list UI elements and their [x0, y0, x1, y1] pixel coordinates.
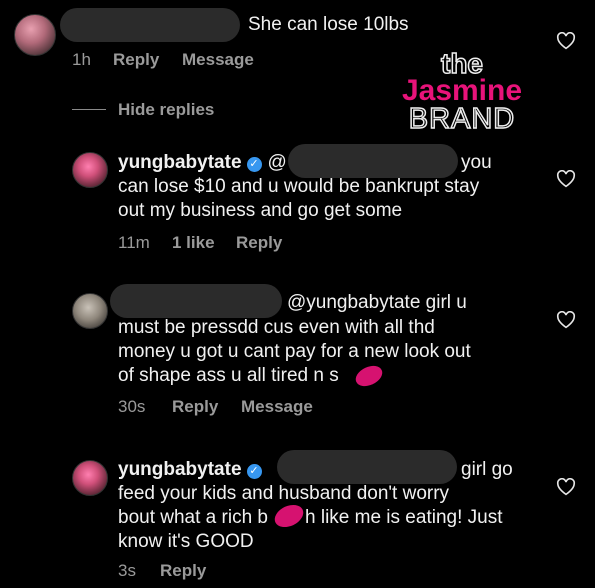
reply-button[interactable]: Reply — [172, 397, 218, 417]
avatar[interactable] — [14, 14, 56, 56]
redacted-mention — [288, 144, 458, 178]
avatar[interactable] — [72, 460, 108, 496]
reply-text-line: bout what a rich b — [118, 507, 268, 528]
reply-username[interactable]: yungbabytate ✓ — [118, 458, 268, 481]
censor-smudge — [352, 361, 386, 391]
message-button[interactable]: Message — [241, 397, 313, 417]
like-heart-icon[interactable] — [556, 170, 576, 188]
reply-button[interactable]: Reply — [113, 50, 159, 70]
reply-button[interactable]: Reply — [160, 561, 206, 581]
avatar[interactable] — [72, 293, 108, 329]
reply-username[interactable]: yungbabytate ✓ @ — [118, 151, 287, 174]
message-button[interactable]: Message — [182, 50, 254, 70]
reply-text-line: know it's GOOD — [118, 531, 254, 552]
reply-text-line: of shape ass u all tired n s — [118, 365, 339, 386]
reply-text-line: h like me is eating! Just — [305, 507, 503, 528]
avatar[interactable] — [72, 152, 108, 188]
replies-divider — [72, 109, 106, 110]
reply-text-line: out my business and go get some — [118, 200, 403, 221]
watermark-logo: the Jasmine BRAND — [401, 48, 523, 135]
like-heart-icon[interactable] — [556, 311, 576, 329]
redacted-mention — [277, 450, 457, 484]
redacted-username — [60, 8, 240, 42]
reply-time: 3s — [118, 561, 136, 580]
censor-smudge — [271, 500, 307, 532]
hide-replies-button[interactable]: Hide replies — [118, 100, 214, 120]
reply-button[interactable]: Reply — [236, 233, 282, 253]
verified-badge-icon: ✓ — [246, 157, 262, 172]
reply-time: 30s — [118, 397, 146, 416]
reply-text-line: feed your kids and husband don't worry — [118, 483, 450, 504]
reply-text-line: @yungbabytate girl u — [287, 292, 467, 313]
reply-text-line: you — [461, 152, 492, 173]
like-heart-icon[interactable] — [556, 32, 576, 50]
reply-text-line: girl go — [461, 459, 513, 480]
likes-count[interactable]: 1 like — [172, 233, 215, 253]
like-heart-icon[interactable] — [556, 478, 576, 496]
reply-text-line: must be pressdd cus even with all thd — [118, 317, 435, 338]
verified-badge-icon: ✓ — [246, 464, 262, 479]
reply-text-line: money u got u cant pay for a new look ou… — [118, 341, 471, 362]
comment-text: She can lose 10lbs — [248, 14, 409, 35]
comment-time: 1h — [72, 50, 91, 69]
reply-text-line: can lose $10 and u would be bankrupt sta… — [118, 176, 480, 197]
reply-time: 11m — [118, 233, 150, 252]
redacted-username — [110, 284, 282, 318]
